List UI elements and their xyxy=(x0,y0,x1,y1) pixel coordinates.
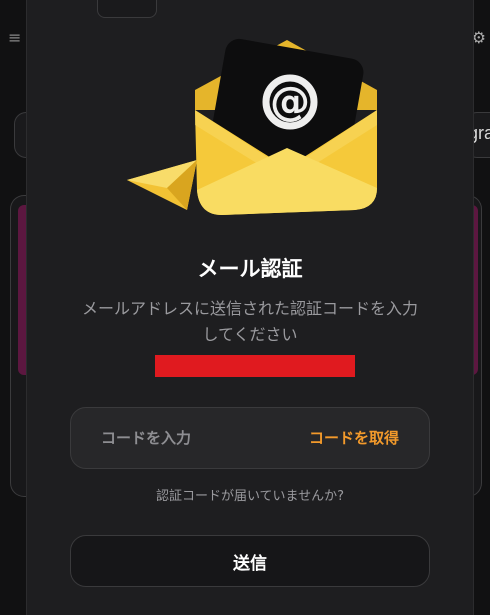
verification-code-field[interactable]: コードを入力 コードを取得 xyxy=(70,407,430,469)
code-not-received-link[interactable]: 認証コードが届いていませんか? xyxy=(27,485,473,504)
submit-button[interactable]: 送信 xyxy=(70,535,430,587)
background-menu-icon: ≡ xyxy=(8,28,22,47)
paper-plane-icon xyxy=(127,160,197,210)
get-code-button[interactable]: コードを取得 xyxy=(309,427,399,448)
modal-top-handle xyxy=(97,0,157,18)
email-envelope-icon: @ xyxy=(127,38,377,215)
verification-code-input[interactable]: コードを入力 xyxy=(101,427,191,448)
modal-title: メール認証 xyxy=(197,257,303,281)
svg-text:@: @ xyxy=(270,79,310,125)
modal-description: メールアドレスに送信された認証コードを入力してください xyxy=(81,299,418,344)
email-verification-modal: @ メール認証 メールアドレスに送信された認証コードを入力してください コードを… xyxy=(26,0,474,615)
redacted-email xyxy=(155,355,355,377)
